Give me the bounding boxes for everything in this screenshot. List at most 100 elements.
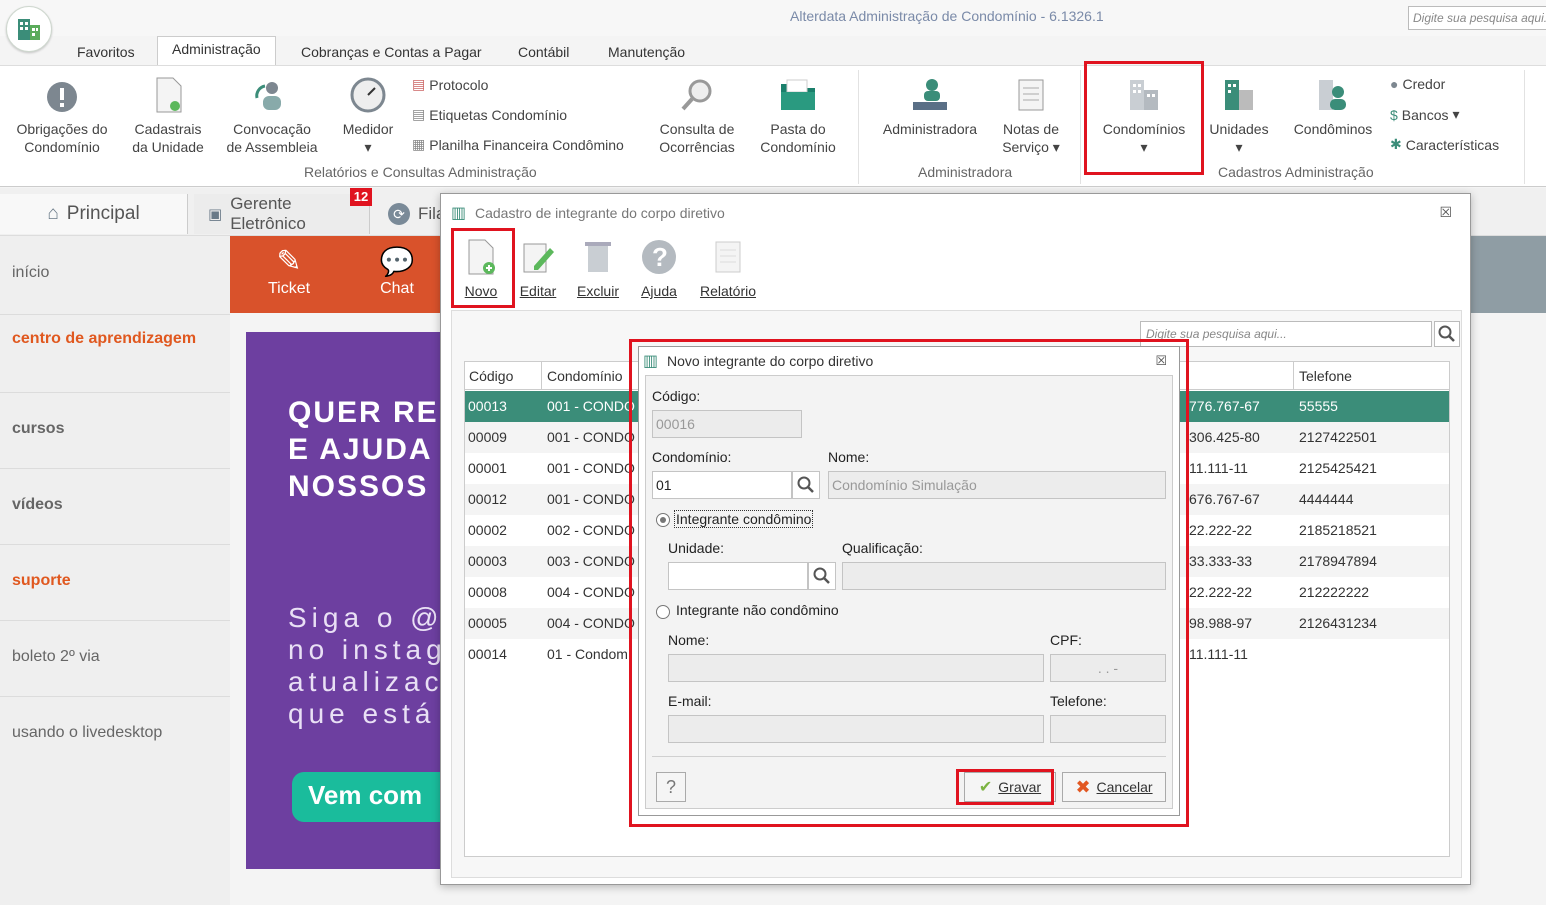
notas-servico-button[interactable]: Notas de Serviço ▾ <box>996 76 1066 156</box>
nav-centro-aprendizagem[interactable]: centro de aprendizagem <box>12 330 196 348</box>
tab-favoritos[interactable]: Favoritos <box>77 40 135 66</box>
title-bar: Alterdata Administração de Condomínio - … <box>0 0 1546 36</box>
promo-banner[interactable]: QUER RE E AJUDA NOSSOS Siga o @ no insta… <box>246 332 446 869</box>
convocacao-button[interactable]: Convocação de Assembleia <box>222 76 322 156</box>
tab-fila[interactable]: ⟳ Fila <box>388 194 448 234</box>
nav-usando-livedesktop[interactable]: usando o livedesktop <box>12 724 162 742</box>
search-button[interactable] <box>1434 321 1460 347</box>
cell-documento: 676.767-67 <box>1189 491 1260 507</box>
alert-icon <box>47 82 77 112</box>
tab-cobrancas[interactable]: Cobranças e Contas a Pagar <box>301 40 482 66</box>
novo-highlight <box>451 228 515 308</box>
excluir-button[interactable]: Excluir <box>573 238 623 299</box>
protocolo-button[interactable]: ▤ Protocolo <box>412 76 488 93</box>
consulta-button[interactable]: Consulta de Ocorrências <box>652 76 742 156</box>
folder-icon <box>781 79 815 110</box>
tab-principal[interactable]: ⌂ Principal <box>0 194 188 234</box>
relatorio-button[interactable]: Relatório <box>697 238 759 299</box>
cell-codigo: 00009 <box>468 429 507 445</box>
nav-divider <box>0 696 230 697</box>
gravar-highlight <box>956 769 1054 805</box>
ticket-icon: ✎ <box>276 245 302 278</box>
nav-boleto[interactable]: boleto 2º via <box>12 648 100 666</box>
cell-documento: 22.222-22 <box>1189 522 1253 538</box>
cell-documento: 11.111-11 <box>1189 646 1248 662</box>
tab-contabil[interactable]: Contábil <box>518 40 569 66</box>
cell-codigo: 00012 <box>468 491 507 507</box>
bancos-button[interactable]: $ Bancos ▾ <box>1390 106 1460 123</box>
cell-codigo: 00008 <box>468 584 507 600</box>
nav-divider <box>0 468 230 469</box>
global-search-input[interactable]: Digite sua pesquisa aqui... <box>1408 6 1546 30</box>
bank-icon: $ <box>1390 106 1398 123</box>
nav-videos[interactable]: vídeos <box>12 496 63 514</box>
cell-telefone: 2127422501 <box>1299 429 1377 445</box>
obrigacoes-button[interactable]: Obrigações do Condomínio <box>10 80 114 156</box>
ribbon-divider <box>1524 70 1525 184</box>
cell-condominio: 002 - CONDO <box>547 522 635 538</box>
cell-condominio: 004 - CONDO <box>547 615 635 631</box>
unidades-button[interactable]: Unidades ▾ <box>1204 76 1274 156</box>
cadastrais-button[interactable]: Cadastrais da Unidade <box>128 76 208 156</box>
cell-condominio: 001 - CONDO <box>547 429 635 445</box>
help-icon: ? <box>642 240 676 274</box>
column-telefone[interactable]: Telefone <box>1299 368 1352 384</box>
cell-telefone: 2125425421 <box>1299 460 1377 476</box>
tab-gerente-eletronico[interactable]: ▣ Gerente Eletrônico <box>194 194 370 234</box>
person-desk-icon <box>913 79 947 110</box>
document-icon: ▤ <box>412 76 426 92</box>
planilha-button[interactable]: ▦ Planilha Financeira Condômino <box>412 136 624 153</box>
cell-telefone: 2178947894 <box>1299 553 1377 569</box>
cell-condominio: 001 - CONDO <box>547 398 635 414</box>
group-cadastros-label: Cadastros Administração <box>1218 164 1374 180</box>
window-title: Alterdata Administração de Condomínio - … <box>790 8 1104 24</box>
cell-codigo: 00014 <box>468 646 507 662</box>
cell-documento: 11.111-11 <box>1189 460 1248 476</box>
report-icon <box>715 241 741 273</box>
left-nav: início centro de aprendizagem cursos víd… <box>0 236 230 905</box>
medidor-button[interactable]: Medidor ▾ <box>336 76 400 156</box>
svg-text:?: ? <box>652 242 668 272</box>
editar-button[interactable]: Editar <box>515 238 561 299</box>
column-codigo[interactable]: Código <box>469 368 513 384</box>
edit-icon <box>523 243 554 273</box>
nav-divider <box>0 314 230 315</box>
condominos-button[interactable]: Condôminos <box>1286 76 1380 138</box>
app-logo-button[interactable] <box>6 6 52 52</box>
refresh-icon: ⟳ <box>388 203 410 225</box>
condominios-highlight <box>1084 61 1204 175</box>
pasta-button[interactable]: Pasta do Condomínio <box>752 76 844 156</box>
nav-suporte[interactable]: suporte <box>12 572 71 590</box>
etiquetas-button[interactable]: ▤ Etiquetas Condomínio <box>412 106 567 123</box>
search-icon <box>1438 325 1455 342</box>
menu-tabs: Favoritos Administração Cobranças e Cont… <box>0 36 1546 66</box>
cell-telefone: 4444444 <box>1299 491 1354 507</box>
nav-inicio[interactable]: início <box>12 264 49 282</box>
document-add-icon <box>156 77 182 113</box>
tab-administracao[interactable]: Administração <box>157 36 276 66</box>
cell-documento: 33.333-33 <box>1189 553 1253 569</box>
caracteristicas-button[interactable]: ✱ Características <box>1390 136 1499 153</box>
credor-button[interactable]: ● Credor <box>1390 76 1445 92</box>
cell-condominio: 001 - CONDO <box>547 460 635 476</box>
cell-condominio: 001 - CONDO <box>547 491 635 507</box>
nav-divider <box>0 392 230 393</box>
cell-telefone: 2185218521 <box>1299 522 1377 538</box>
ajuda-button[interactable]: ? Ajuda <box>637 238 681 299</box>
column-divider <box>541 362 542 390</box>
cell-codigo: 00002 <box>468 522 507 538</box>
ticket-button[interactable]: ✎ Ticket <box>256 244 322 298</box>
label-icon: ▤ <box>412 106 426 122</box>
administradora-button[interactable]: Administradora <box>874 76 986 138</box>
chat-icon: 💬 <box>379 246 415 277</box>
column-condominio[interactable]: Condomínio <box>547 368 623 384</box>
nav-cursos[interactable]: cursos <box>12 420 64 438</box>
tab-manutencao[interactable]: Manutenção <box>608 40 685 66</box>
cell-condominio: 003 - CONDO <box>547 553 635 569</box>
close-icon[interactable]: ☒ <box>1439 204 1452 221</box>
chat-button[interactable]: 💬 Chat <box>364 244 430 298</box>
home-icon: ⌂ <box>47 203 59 224</box>
cell-codigo: 00003 <box>468 553 507 569</box>
asterisk-icon: ✱ <box>1390 136 1402 152</box>
banner-cta-button[interactable]: Vem com <box>292 772 446 822</box>
